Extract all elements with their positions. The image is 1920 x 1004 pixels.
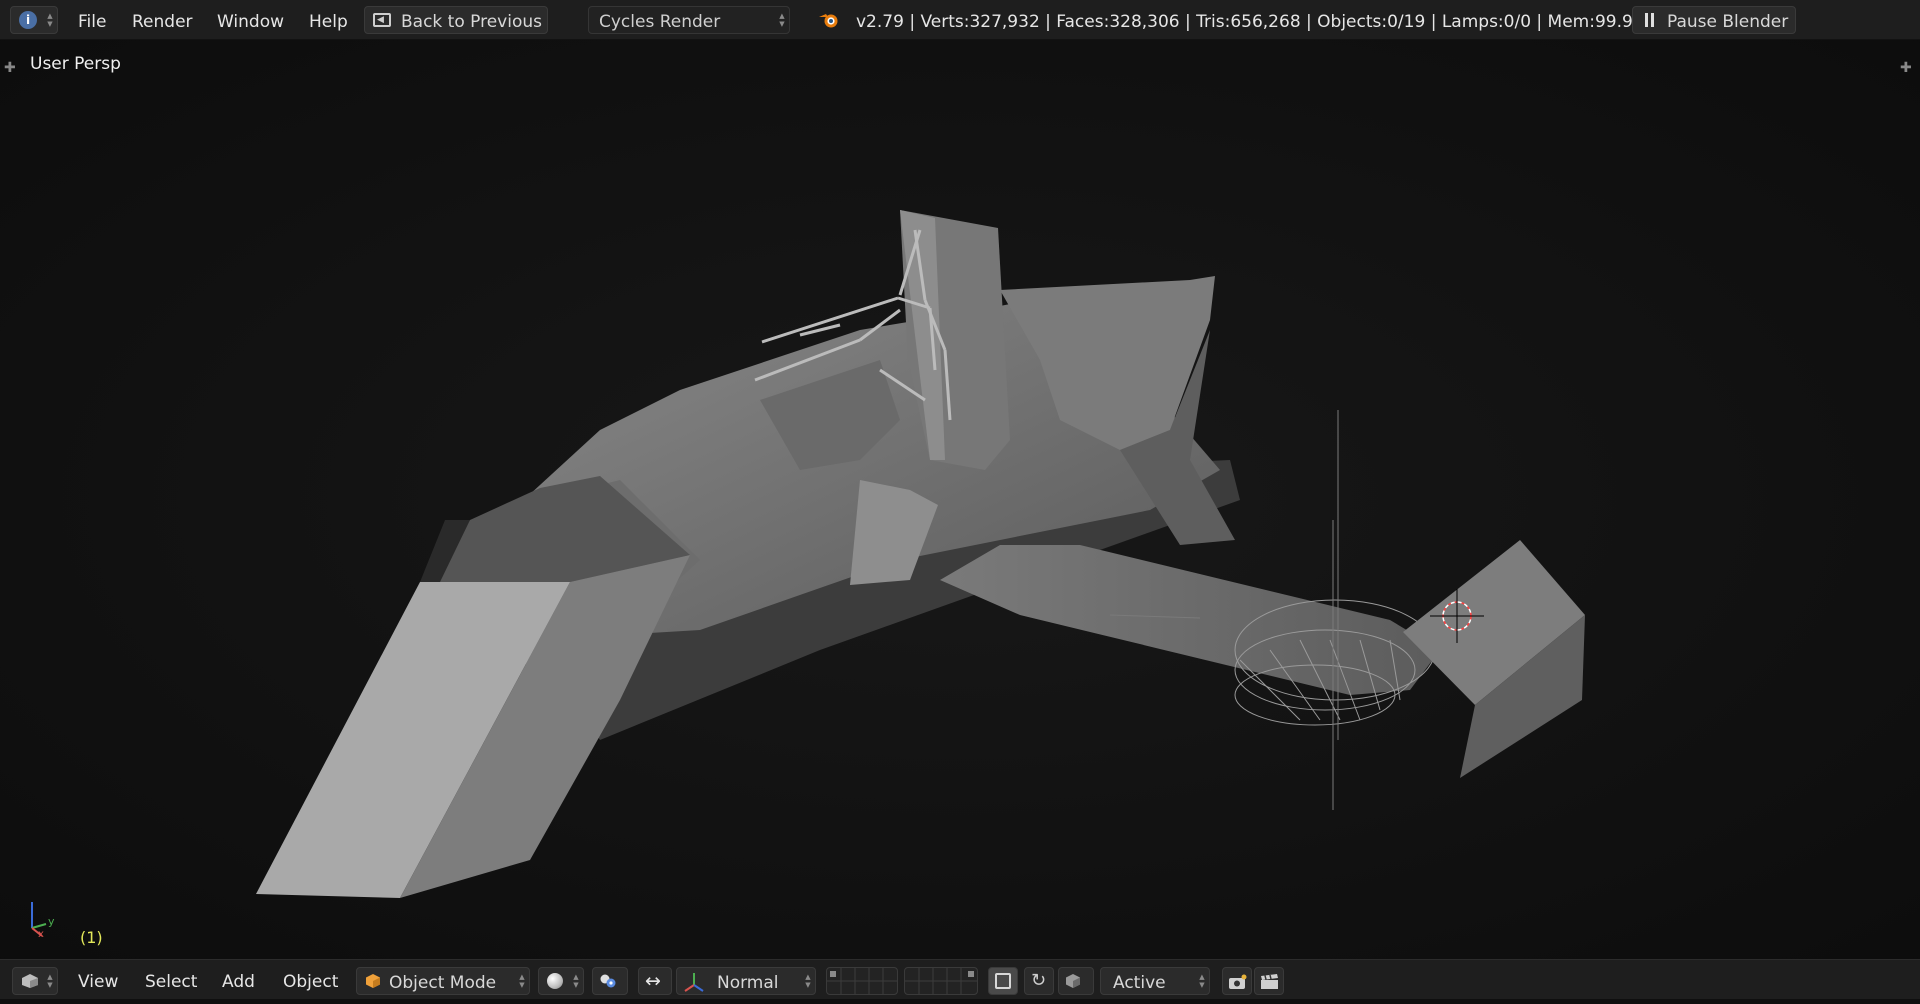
move-arrows-icon: ↔ [645,970,661,992]
menu-window[interactable]: Window [217,0,284,40]
menu-select[interactable]: Select [145,960,197,1000]
lock-layers-icon [995,973,1011,989]
chevron-updown-icon: ▲ ▼ [573,973,579,989]
chevron-updown-icon: ▲ ▼ [47,973,53,989]
corner-split-icon[interactable]: ✚ [4,60,16,76]
back-icon: ◀ [373,13,391,27]
pause-blender-button[interactable]: Pause Blender [1632,6,1796,34]
render-engine-value: Cycles Render [599,12,721,32]
axis-x-label: x [38,929,44,938]
proportional-edit-icon: ↻ [1031,970,1047,991]
back-label: Back to Previous [401,12,542,32]
mode-value: Object Mode [389,973,497,993]
solid-sphere-icon [547,973,563,989]
scene-stats: v2.79 | Verts:327,932 | Faces:328,306 | … [856,12,1659,32]
clapperboard-icon [1260,974,1280,994]
layers-group-2[interactable] [904,967,978,995]
back-to-previous-button[interactable]: ◀ Back to Previous [364,6,548,34]
corner-split-icon[interactable]: ✚ [1900,60,1912,76]
info-editor-type-button[interactable]: i ▲ ▼ [10,6,58,34]
scene-canvas [0,40,1920,959]
manipulator-toggle[interactable]: ↔ [638,967,672,995]
pause-icon [1645,13,1655,27]
current-frame-label: (1) [80,928,103,947]
chevron-updown-icon: ▲ ▼ [779,12,785,28]
3d-viewport[interactable]: User Persp ✚ ✚ y x (1) [0,40,1920,959]
layer-grid-icon [905,968,977,994]
editor-type-button[interactable]: ▲ ▼ [12,967,58,995]
layer-grid-icon [827,968,897,994]
transform-orientation-select[interactable]: Normal ▲ ▼ [676,967,816,995]
top-header: i ▲ ▼ File Render Window Help ◀ Back to P… [0,0,1920,40]
menu-object[interactable]: Object [283,960,338,1000]
pivot-icon [599,973,617,993]
blender-logo-icon [818,10,840,30]
axis-y-label: y [48,915,55,928]
proportional-edit-toggle[interactable]: ↻ [1024,967,1054,995]
chevron-updown-icon: ▲ ▼ [805,973,811,989]
menu-add[interactable]: Add [222,960,255,1000]
shading-select[interactable]: ▲ ▼ [538,967,584,995]
snap-element-select[interactable] [1058,967,1094,995]
chevron-updown-icon: ▲ ▼ [47,12,53,28]
info-icon: i [19,11,37,29]
menu-view[interactable]: View [78,960,118,1000]
object-mode-icon [365,973,381,993]
chevron-updown-icon: ▲ ▼ [519,973,525,989]
opengl-render-image-button[interactable] [1222,967,1252,995]
orientation-value: Normal [717,973,779,993]
mode-select[interactable]: Object Mode ▲ ▼ [356,967,530,995]
snap-cube-icon [1065,973,1081,993]
chevron-updown-icon: ▲ ▼ [1199,973,1205,989]
menu-help[interactable]: Help [309,0,348,40]
camera-icon [1228,974,1248,994]
render-engine-select[interactable]: Cycles Render ▲ ▼ [588,6,790,34]
pivot-point-select[interactable] [592,967,628,995]
axis-gizmo: y x [22,898,62,938]
menu-render[interactable]: Render [132,0,193,40]
layers-group-1[interactable] [826,967,898,995]
menu-file[interactable]: File [78,0,106,40]
cube-icon [21,973,39,993]
pause-label: Pause Blender [1667,12,1789,32]
opengl-render-animation-button[interactable] [1254,967,1284,995]
viewport-header: ▲ ▼ View Select Add Object Object Mode ▲ ▼… [0,959,1920,999]
transform-axes-icon [683,971,705,997]
snap-target-select[interactable]: Active ▲ ▼ [1100,967,1210,995]
snap-target-value: Active [1113,973,1166,993]
lock-scene-layers-toggle[interactable] [988,967,1018,995]
view-perspective-label: User Persp [30,54,121,74]
